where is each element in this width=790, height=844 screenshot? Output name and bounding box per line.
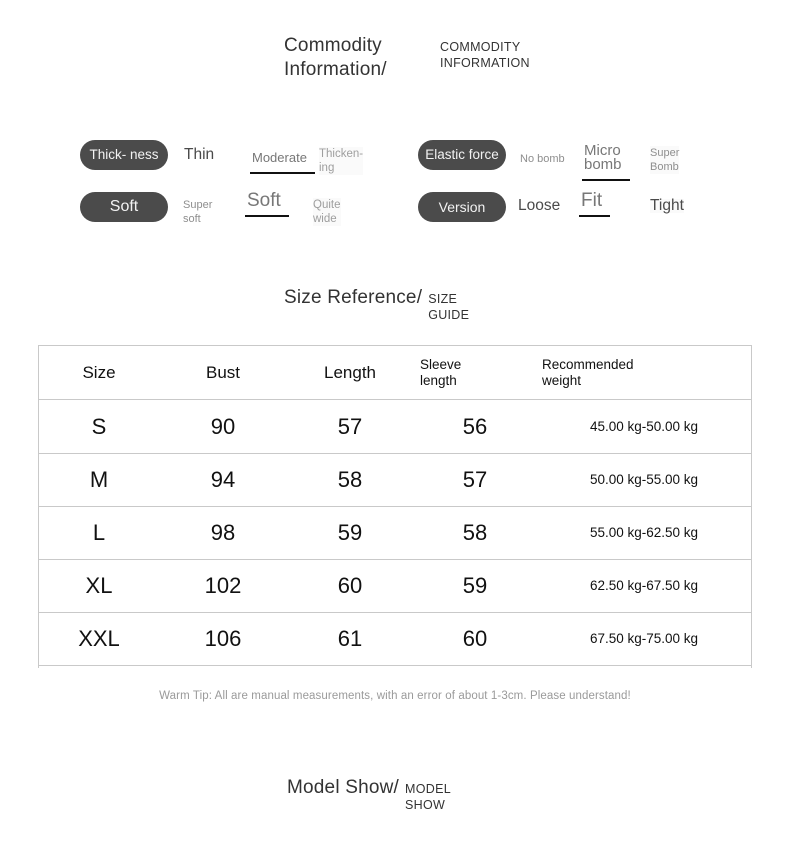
- commodity-heading-en: COMMODITY INFORMATION: [440, 40, 530, 70]
- model-heading-en: MODEL SHOW: [405, 782, 451, 812]
- cell-size: L: [92, 520, 106, 545]
- table-row: XL 102 60 59 62.50 kg-67.50 kg: [38, 559, 752, 613]
- cell-weight: 50.00 kg-55.00 kg: [589, 472, 699, 487]
- cell-size: XXL: [78, 626, 120, 651]
- warm-tip-note: Warm Tip: All are manual measurements, w…: [159, 690, 631, 702]
- option-thin[interactable]: Thin: [184, 147, 214, 163]
- cell-sleeve: 59: [462, 573, 488, 598]
- option-tight[interactable]: Tight: [650, 198, 684, 213]
- cell-bust: 90: [210, 413, 236, 439]
- attribute-row-version: Version Loose Fit Tight: [418, 191, 758, 244]
- option-super-bomb[interactable]: Super Bomb: [650, 146, 680, 174]
- attribute-group-right: Elastic force No bomb Micro bomb Super B…: [418, 140, 758, 244]
- table-header-row: Size Bust Length Sleeve length Recommend…: [38, 345, 752, 400]
- cell-bust: 94: [210, 467, 236, 492]
- table-row: L 98 59 58 55.00 kg-62.50 kg: [38, 506, 752, 560]
- cell-bust: 98: [210, 520, 236, 545]
- option-micro-bomb-selected[interactable]: Micro bomb: [582, 143, 629, 181]
- option-soft-selected[interactable]: Soft: [245, 191, 289, 217]
- cell-sleeve: 60: [462, 626, 488, 651]
- cell-length: 58: [337, 467, 363, 492]
- size-heading-en: SIZE GUIDE: [428, 292, 470, 322]
- model-show-heading: Model Show/ MODEL SHOW: [287, 776, 451, 813]
- attribute-pill-version: Version: [418, 192, 506, 222]
- cell-weight: 55.00 kg-62.50 kg: [589, 525, 699, 540]
- column-header-length: Length: [324, 362, 376, 382]
- cell-length: 57: [337, 413, 363, 439]
- option-loose[interactable]: Loose: [518, 198, 560, 214]
- cell-weight: 62.50 kg-67.50 kg: [589, 578, 699, 593]
- column-header-sleeve-length: Sleeve length: [420, 356, 462, 388]
- attribute-row-elastic-force: Elastic force No bomb Micro bomb Super B…: [418, 140, 758, 192]
- size-reference-heading: Size Reference/ SIZE GUIDE: [284, 286, 469, 323]
- size-reference-table: Size Bust Length Sleeve length Recommend…: [38, 345, 752, 666]
- model-heading-cn: Model Show/: [287, 777, 400, 798]
- cell-bust: 106: [204, 626, 242, 651]
- cell-size: XL: [85, 573, 113, 598]
- cell-sleeve: 56: [462, 413, 488, 439]
- cell-bust: 102: [204, 573, 242, 598]
- attribute-row-soft: Soft Super soft Soft Quite wide: [80, 191, 420, 244]
- attribute-pill-elastic-force: Elastic force: [418, 140, 506, 170]
- cell-length: 60: [337, 573, 363, 598]
- attribute-row-thickness: Thick- ness Thin Moderate Thicken- ing: [80, 140, 420, 192]
- attribute-pill-soft: Soft: [80, 192, 168, 222]
- option-quite-wide[interactable]: Quite wide: [313, 198, 341, 226]
- column-header-size: Size: [82, 362, 116, 382]
- cell-sleeve: 58: [462, 520, 488, 545]
- cell-size: M: [89, 467, 109, 492]
- table-row: S 90 57 56 45.00 kg-50.00 kg: [38, 399, 752, 454]
- attribute-pill-thickness: Thick- ness: [80, 140, 168, 170]
- option-moderate-selected[interactable]: Moderate: [250, 151, 315, 174]
- size-heading-cn: Size Reference/: [284, 287, 423, 308]
- cell-length: 61: [337, 626, 363, 651]
- cell-length: 59: [337, 520, 363, 545]
- commodity-heading-cn: Commodity Information/: [284, 35, 387, 80]
- table-row: XXL 106 61 60 67.50 kg-75.00 kg: [38, 612, 752, 666]
- option-super-soft[interactable]: Super soft: [183, 198, 212, 226]
- option-no-bomb[interactable]: No bomb: [520, 152, 565, 166]
- table-row: M 94 58 57 50.00 kg-55.00 kg: [38, 453, 752, 507]
- cell-weight: 45.00 kg-50.00 kg: [589, 418, 699, 434]
- cell-weight: 67.50 kg-75.00 kg: [589, 631, 699, 646]
- column-header-recommended-weight: Recommended weight: [542, 356, 634, 388]
- column-header-bust: Bust: [205, 362, 241, 382]
- cell-size: S: [91, 413, 107, 439]
- cell-sleeve: 57: [462, 467, 488, 492]
- attribute-selectors: Thick- ness Thin Moderate Thicken- ing S…: [0, 140, 790, 245]
- attribute-group-left: Thick- ness Thin Moderate Thicken- ing S…: [80, 140, 420, 244]
- option-fit-selected[interactable]: Fit: [578, 191, 611, 217]
- commodity-information-heading: Commodity Information/ COMMODITY INFORMA…: [284, 34, 614, 82]
- option-thickening[interactable]: Thicken- ing: [319, 147, 364, 175]
